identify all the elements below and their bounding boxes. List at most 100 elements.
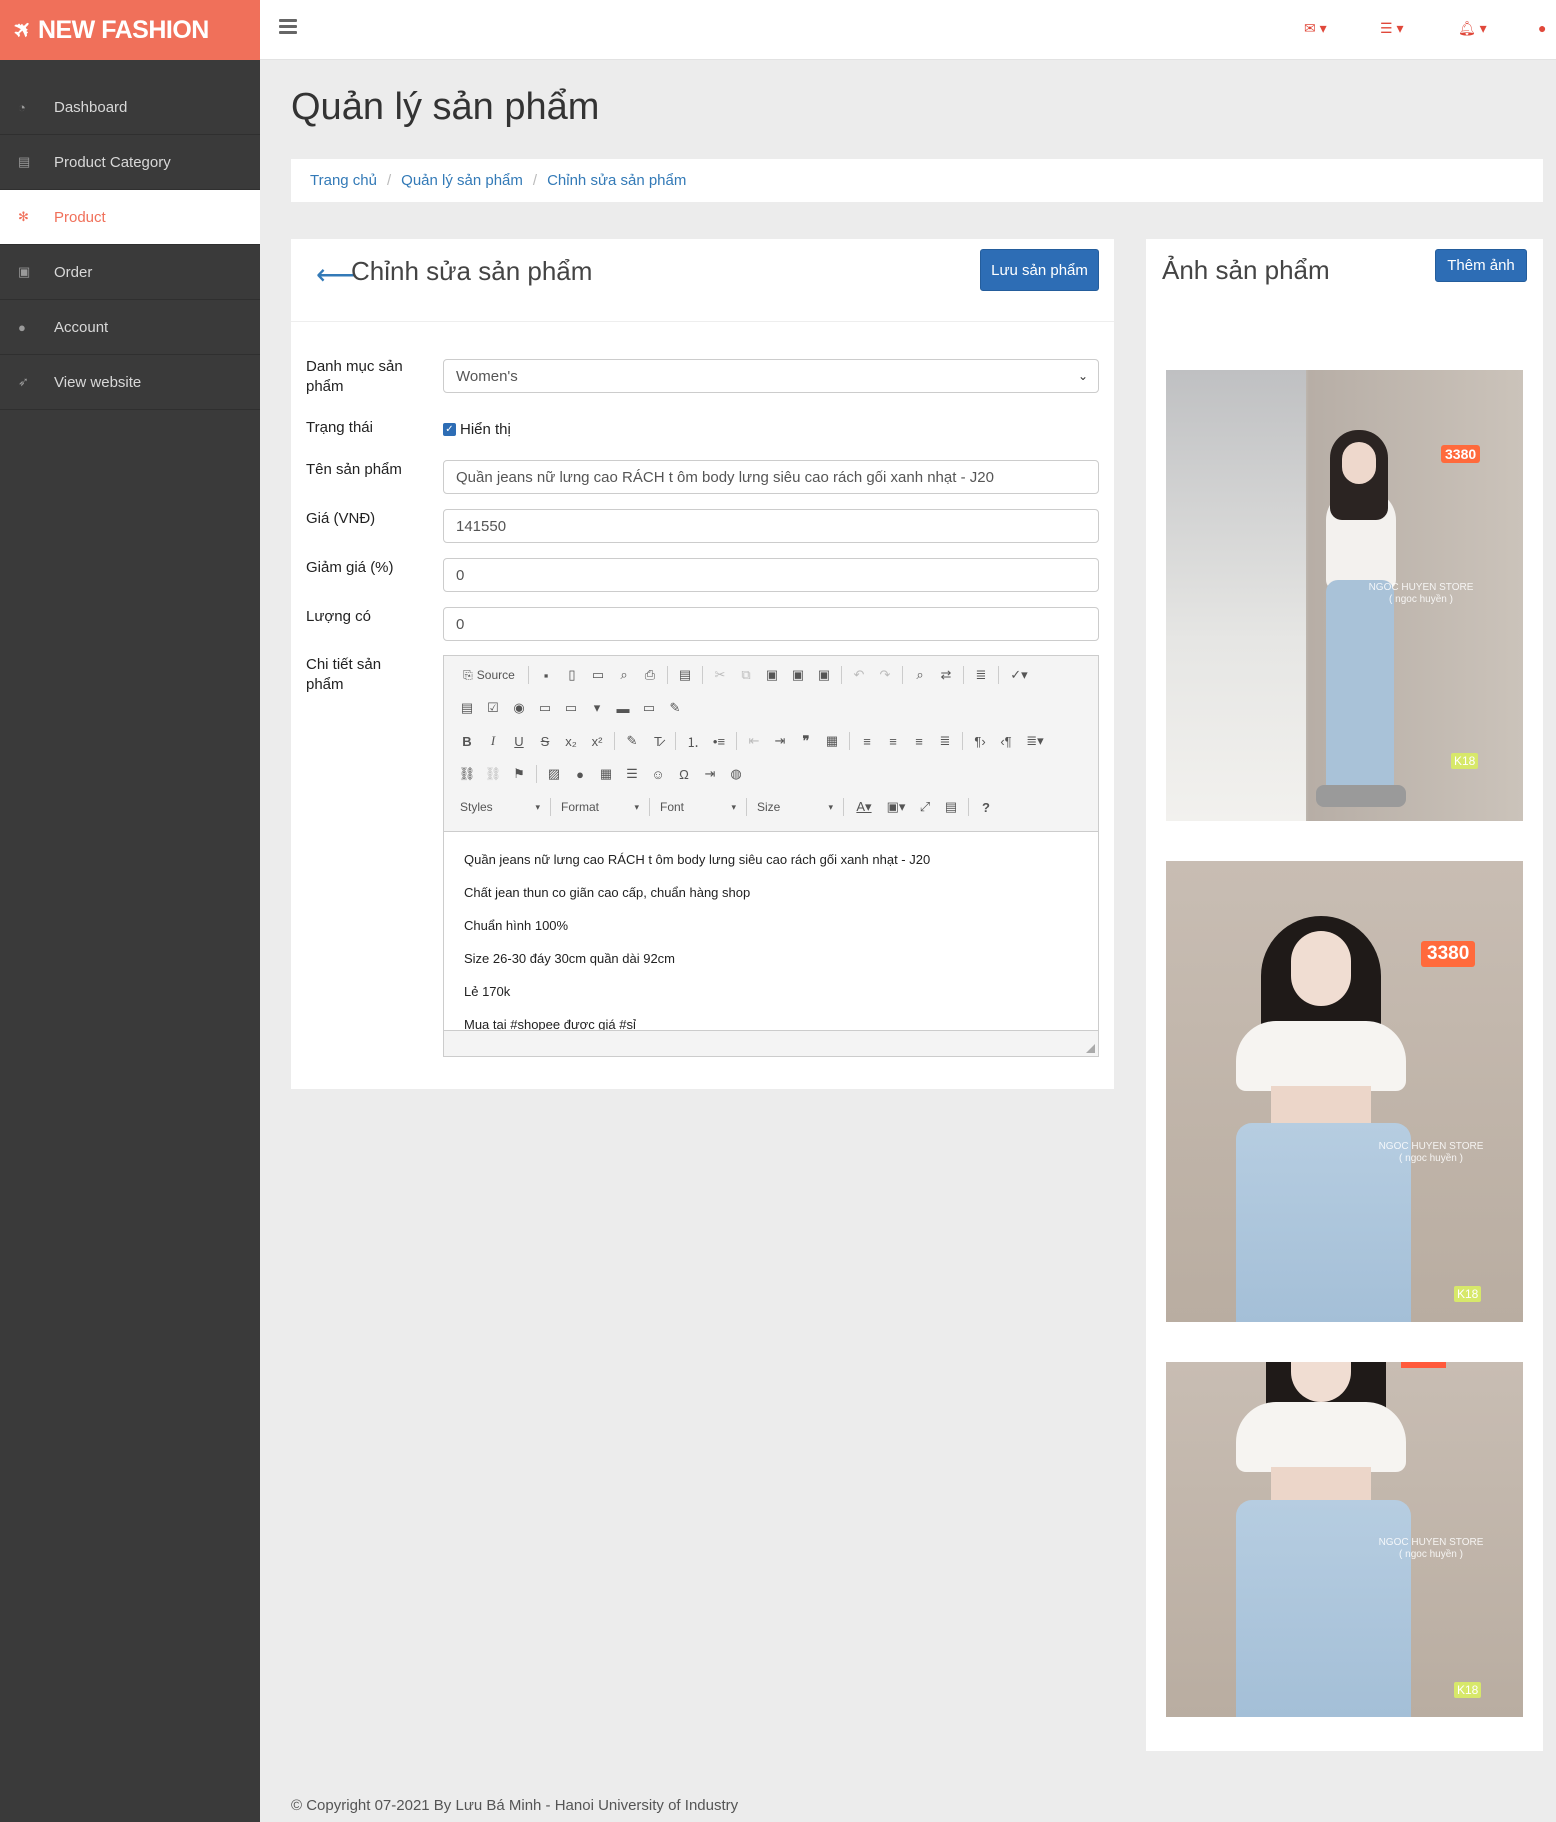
- paste-word-icon[interactable]: ▣: [811, 662, 837, 688]
- price-input[interactable]: 141550: [443, 509, 1099, 543]
- sidebar-item-order[interactable]: ▣ Order: [0, 245, 260, 300]
- cut-icon[interactable]: ✂: [707, 662, 733, 688]
- hidden-field-icon[interactable]: ✎: [662, 695, 688, 721]
- status-checkbox[interactable]: ✓: [443, 423, 456, 436]
- resize-handle[interactable]: [1086, 1044, 1095, 1053]
- brand-logo[interactable]: ✈ NEW FASHION: [0, 0, 260, 60]
- breadcrumb-home[interactable]: Trang chủ: [310, 172, 377, 189]
- sidebar-item-dashboard[interactable]: ◔ Dashboard: [0, 80, 260, 135]
- bg-color-icon[interactable]: ▣▾: [880, 794, 912, 820]
- redo-icon[interactable]: ↷: [872, 662, 898, 688]
- undo-icon[interactable]: ↶: [846, 662, 872, 688]
- smiley-icon[interactable]: ☺: [645, 761, 671, 787]
- breadcrumb-product-management[interactable]: Quản lý sản phẩm: [401, 172, 523, 189]
- user-menu-icon[interactable]: ●: [1538, 20, 1546, 36]
- menu-toggle-icon[interactable]: [279, 19, 297, 35]
- radio-icon[interactable]: ◉: [506, 695, 532, 721]
- paste-text-icon[interactable]: ▣: [785, 662, 811, 688]
- font-dropdown[interactable]: Font ▾: [654, 794, 742, 820]
- source-button[interactable]: ⎘ Source: [454, 662, 524, 688]
- sidebar-item-product[interactable]: ✻ Product: [0, 190, 260, 245]
- anchor-flag-icon[interactable]: ⚑: [506, 761, 532, 787]
- name-input[interactable]: Quần jeans nữ lưng cao RÁCH t ôm body lư…: [443, 460, 1099, 494]
- indent-icon[interactable]: ⇥: [767, 728, 793, 754]
- unlink-icon[interactable]: ⛓: [480, 761, 506, 787]
- product-photo-3[interactable]: NGOC HUYEN STORE ( ngoc huyền ) K18: [1166, 1362, 1523, 1717]
- sidebar-item-product-category[interactable]: ▤ Product Category: [0, 135, 260, 190]
- export-pdf-icon[interactable]: ▭: [585, 662, 611, 688]
- checkbox-icon[interactable]: ☑: [480, 695, 506, 721]
- iframe-icon[interactable]: ◍: [723, 761, 749, 787]
- save-product-button[interactable]: Lưu sản phẩm: [980, 249, 1099, 291]
- print-icon[interactable]: ⎙: [637, 662, 663, 688]
- envelope-icon[interactable]: ✉ ▾: [1304, 20, 1327, 37]
- blockquote-icon[interactable]: ❞: [793, 728, 819, 754]
- form-icon[interactable]: ▤: [454, 695, 480, 721]
- justify-icon[interactable]: ≣: [932, 728, 958, 754]
- tasks-icon[interactable]: ☰ ▾: [1380, 20, 1403, 37]
- textfield-icon[interactable]: ▭: [532, 695, 558, 721]
- styles-dropdown[interactable]: Styles ▾: [454, 794, 546, 820]
- discount-input[interactable]: 0: [443, 558, 1099, 592]
- copy-icon[interactable]: ⧉: [733, 662, 759, 688]
- language-icon[interactable]: ≣▾: [1019, 728, 1051, 754]
- sidebar: ✈ NEW FASHION ◔ Dashboard ▤ Product Cate…: [0, 0, 260, 1822]
- subscript-icon[interactable]: x₂: [558, 728, 584, 754]
- button-field-icon[interactable]: ▬: [610, 695, 636, 721]
- div-icon[interactable]: ▦: [819, 728, 845, 754]
- bold-icon[interactable]: B: [454, 728, 480, 754]
- breadcrumb-edit-product[interactable]: Chỉnh sửa sản phẩm: [547, 172, 686, 189]
- superscript-icon[interactable]: x²: [584, 728, 610, 754]
- new-page-icon[interactable]: ▯: [559, 662, 585, 688]
- bell-icon[interactable]: 🔔︎ ▾: [1458, 20, 1487, 37]
- underline-icon[interactable]: U: [506, 728, 532, 754]
- link-icon[interactable]: ⛓: [454, 761, 480, 787]
- select-field-icon[interactable]: ▾: [584, 695, 610, 721]
- align-left-icon[interactable]: ≡: [854, 728, 880, 754]
- replace-icon[interactable]: ⇄: [933, 662, 959, 688]
- select-all-icon[interactable]: ≣: [968, 662, 994, 688]
- editor-content[interactable]: Quần jeans nữ lưng cao RÁCH t ôm body lư…: [444, 831, 1098, 1031]
- size-dropdown[interactable]: Size ▾: [751, 794, 839, 820]
- special-char-icon[interactable]: Ω: [671, 761, 697, 787]
- align-right-icon[interactable]: ≡: [906, 728, 932, 754]
- format-dropdown[interactable]: Format ▾: [555, 794, 645, 820]
- save-icon[interactable]: ▪: [533, 662, 559, 688]
- bulleted-list-icon[interactable]: •≡: [706, 728, 732, 754]
- textarea-icon[interactable]: ▭: [558, 695, 584, 721]
- maximize-icon[interactable]: ⤢: [912, 794, 938, 820]
- strike-icon[interactable]: S: [532, 728, 558, 754]
- help-icon[interactable]: ?: [973, 794, 999, 820]
- add-image-button[interactable]: Thêm ảnh: [1435, 249, 1527, 282]
- find-icon[interactable]: ⌕: [907, 662, 933, 688]
- italic-icon[interactable]: I: [480, 728, 506, 754]
- sidebar-item-view-website[interactable]: ➶ View website: [0, 355, 260, 410]
- spellcheck-icon[interactable]: ✓▾: [1003, 662, 1035, 688]
- copy-format-icon[interactable]: ✎: [619, 728, 645, 754]
- money-icon: ▣: [18, 264, 31, 279]
- ltr-icon[interactable]: ¶›: [967, 728, 993, 754]
- outdent-icon[interactable]: ⇤: [741, 728, 767, 754]
- quantity-input[interactable]: 0: [443, 607, 1099, 641]
- table-icon[interactable]: ▦: [593, 761, 619, 787]
- product-photo-2[interactable]: 3380 NGOC HUYEN STORE ( ngoc huyền ) K18: [1166, 861, 1523, 1322]
- category-select[interactable]: Women's ⌄: [443, 359, 1099, 393]
- templates-icon[interactable]: ▤: [672, 662, 698, 688]
- show-blocks-icon[interactable]: ▤: [938, 794, 964, 820]
- horizontal-line-icon[interactable]: ☰: [619, 761, 645, 787]
- rtl-icon[interactable]: ‹¶: [993, 728, 1019, 754]
- sidebar-item-account[interactable]: ● Account: [0, 300, 260, 355]
- image-button-icon[interactable]: ▭: [636, 695, 662, 721]
- flash-icon[interactable]: ●: [567, 761, 593, 787]
- text-color-icon[interactable]: A▾: [848, 794, 880, 820]
- align-center-icon[interactable]: ≡: [880, 728, 906, 754]
- remove-format-icon[interactable]: T̷: [645, 728, 671, 754]
- price-label: Giá (VNĐ): [306, 510, 376, 527]
- paste-icon[interactable]: ▣: [759, 662, 785, 688]
- product-photo-1[interactable]: 3380 NGOC HUYEN STORE ( ngoc huyền ) K18: [1166, 370, 1523, 821]
- preview-icon[interactable]: ⌕: [611, 662, 637, 688]
- numbered-list-icon[interactable]: ⒈: [680, 728, 706, 754]
- photo-badge: K18: [1451, 753, 1479, 769]
- image-icon[interactable]: ▨: [541, 761, 567, 787]
- page-break-icon[interactable]: ⇥: [697, 761, 723, 787]
